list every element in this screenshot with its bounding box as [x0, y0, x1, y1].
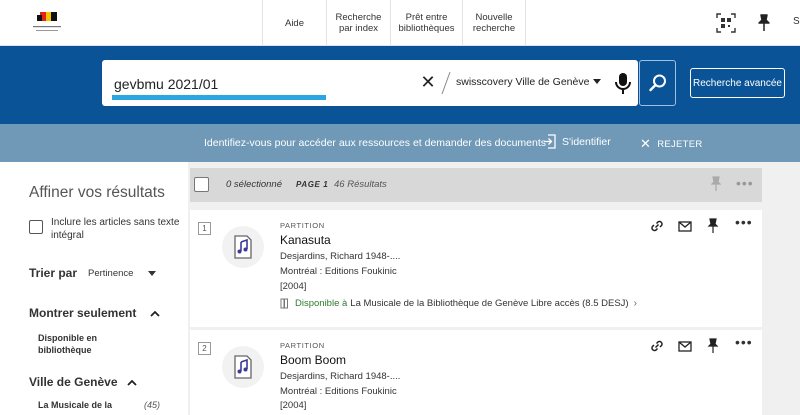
- availability-status: Disponible à: [295, 298, 348, 309]
- nav-help-label: Aide: [284, 17, 304, 29]
- include-articles-label[interactable]: Inclure les articles sans texte intégral: [51, 216, 187, 242]
- query-highlight: [112, 95, 326, 100]
- qr-code-icon[interactable]: [716, 13, 736, 33]
- nav-index-search[interactable]: Recherche par index: [326, 0, 390, 46]
- availability-location: La Musicale de la Bibliothèque de Genève…: [350, 298, 629, 309]
- close-icon[interactable]: ✕: [419, 73, 437, 91]
- signin-label: S'identifier: [562, 135, 611, 148]
- facets-title: Affiner vos résultats: [29, 184, 165, 201]
- result-author: Desjardins, Richard 1948-....: [280, 371, 401, 382]
- results-toolbar: 0 sélectionné PAGE 1 46 Résultats •••: [190, 168, 762, 202]
- chevron-up-icon[interactable]: [150, 309, 160, 319]
- result-rank: 1: [198, 222, 211, 235]
- dismiss-label: REJETER: [657, 138, 703, 150]
- availability-line[interactable]: Disponible à La Musicale de la Bibliothè…: [280, 298, 637, 309]
- search-button[interactable]: [639, 60, 676, 106]
- close-icon: ✕: [640, 136, 652, 151]
- ville-heading[interactable]: Ville de Genève: [29, 375, 118, 389]
- library-logo[interactable]: [30, 10, 64, 38]
- sort-select[interactable]: Pertinence: [88, 268, 133, 279]
- signin-message: Identifiez-vous pour accéder aux ressour…: [204, 137, 547, 149]
- more-options-icon[interactable]: •••: [736, 175, 754, 191]
- music-score-icon[interactable]: [222, 226, 264, 268]
- search-box: ✕ swisscovery Ville de Genève: [102, 60, 638, 106]
- music-score-icon[interactable]: [222, 346, 264, 388]
- book-icon: [280, 298, 288, 309]
- chevron-right-icon: ›: [633, 298, 637, 309]
- facet-available-in-library[interactable]: Disponible en bibliothèque: [38, 332, 138, 356]
- pin-icon[interactable]: [754, 13, 774, 33]
- chevron-down-icon[interactable]: [148, 271, 156, 276]
- pin-icon[interactable]: [708, 176, 724, 192]
- facet-ville-item[interactable]: La Musicale de la: [38, 400, 112, 410]
- email-icon[interactable]: [677, 218, 693, 234]
- result-publisher: Montréal : Editions Foukinic: [280, 266, 397, 277]
- chevron-down-icon[interactable]: [593, 79, 601, 84]
- facets-panel: Affiner vos résultats Inclure les articl…: [0, 162, 188, 415]
- result-rank: 2: [198, 342, 211, 355]
- signin-cut-text[interactable]: S: [793, 16, 800, 27]
- facet-ville-count: (45): [144, 400, 161, 410]
- search-icon: [648, 74, 666, 92]
- sort-label: Trier par: [29, 266, 78, 280]
- result-title[interactable]: Kanasuta: [280, 233, 331, 247]
- signin-icon: [544, 134, 556, 149]
- pin-icon[interactable]: [705, 338, 721, 354]
- select-all-checkbox[interactable]: [194, 177, 209, 192]
- result-title[interactable]: Boom Boom: [280, 353, 346, 367]
- email-icon[interactable]: [677, 338, 693, 354]
- signin-banner: Identifiez-vous pour accéder aux ressour…: [0, 124, 800, 162]
- nav-new-search-label: Nouvelle recherche: [472, 12, 516, 34]
- signin-button[interactable]: S'identifier: [543, 134, 611, 149]
- nav-index-search-label: Recherche par index: [335, 12, 382, 34]
- search-scope-select[interactable]: swisscovery Ville de Genève: [456, 76, 589, 88]
- advanced-search-button[interactable]: Recherche avancée: [690, 68, 785, 98]
- result-type: PARTITION: [280, 221, 325, 230]
- advanced-search-label: Recherche avancée: [693, 77, 782, 89]
- result-item[interactable]: 2 PARTITION Boom Boom Desjardins, Richar…: [190, 330, 762, 415]
- result-item[interactable]: 1 PARTITION Kanasuta Desjardins, Richard…: [190, 210, 762, 327]
- result-date: [2004]: [280, 400, 307, 411]
- more-options-icon[interactable]: •••: [735, 334, 753, 350]
- selected-count: 0 sélectionné: [226, 179, 282, 190]
- top-header: Aide Recherche par index Prêt entre bibl…: [0, 0, 800, 46]
- nav-help[interactable]: Aide: [262, 0, 326, 46]
- link-icon[interactable]: [649, 338, 665, 354]
- result-type: PARTITION: [280, 341, 325, 350]
- show-only-heading[interactable]: Montrer seulement: [29, 306, 136, 320]
- microphone-icon[interactable]: [612, 71, 634, 95]
- result-publisher: Montréal : Editions Foukinic: [280, 386, 397, 397]
- page-indicator: PAGE 1: [296, 180, 329, 189]
- search-input[interactable]: [114, 74, 404, 94]
- search-band: ✕ swisscovery Ville de Genève Recherche …: [0, 46, 800, 124]
- more-options-icon[interactable]: •••: [735, 214, 753, 230]
- chevron-up-icon[interactable]: [127, 378, 137, 388]
- include-articles-checkbox[interactable]: [29, 220, 43, 234]
- results-count: 46 Résultats: [334, 179, 387, 190]
- main-nav: Aide Recherche par index Prêt entre bibl…: [262, 0, 526, 46]
- nav-interlibrary-loan-label: Prêt entre bibliothèques: [398, 12, 455, 34]
- nav-interlibrary-loan[interactable]: Prêt entre bibliothèques: [390, 0, 462, 46]
- pin-icon[interactable]: [705, 218, 721, 234]
- link-icon[interactable]: [649, 218, 665, 234]
- result-date: [2004]: [280, 281, 307, 292]
- nav-new-search[interactable]: Nouvelle recherche: [462, 0, 526, 46]
- result-author: Desjardins, Richard 1948-....: [280, 251, 401, 262]
- dismiss-button[interactable]: ✕ REJETER: [640, 136, 703, 152]
- divider-slash: [441, 71, 451, 95]
